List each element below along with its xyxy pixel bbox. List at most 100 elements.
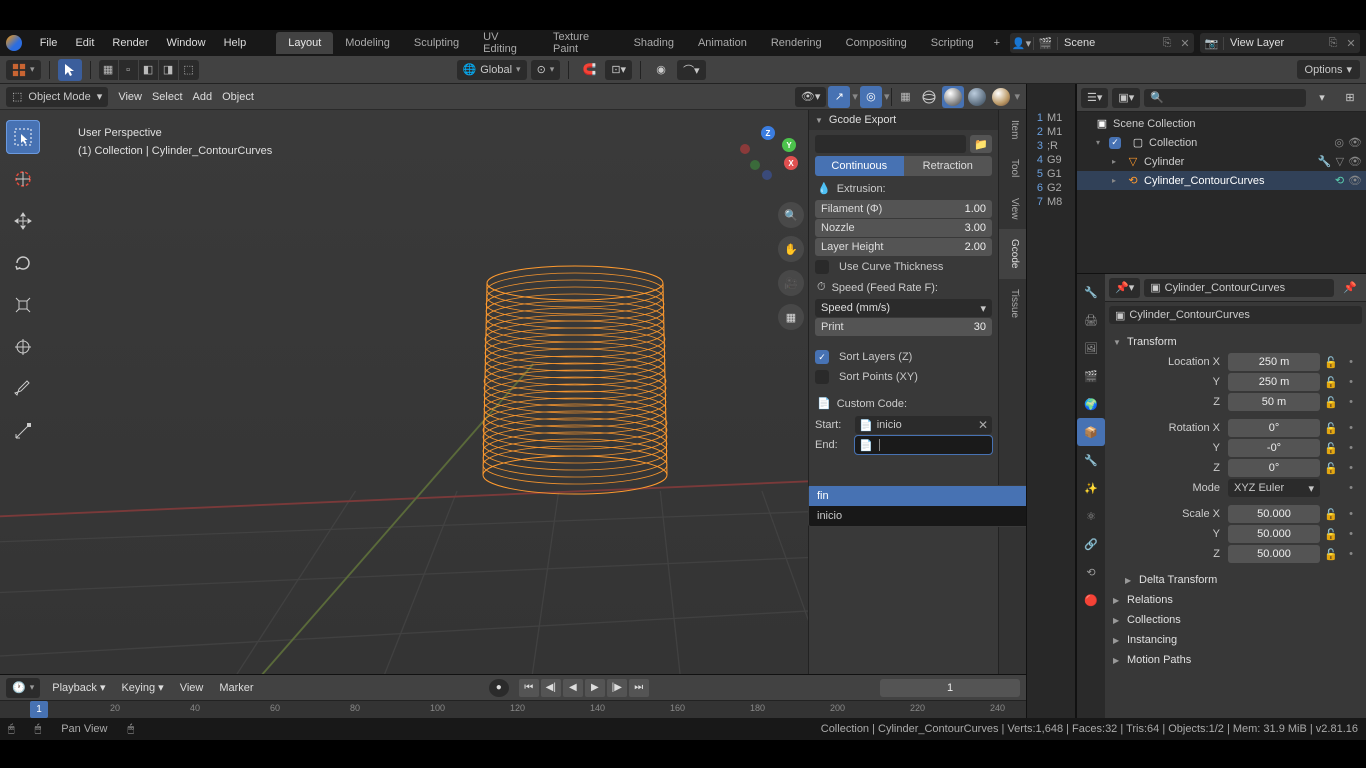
- ntab-gcode[interactable]: Gcode: [999, 229, 1026, 278]
- print-speed-field[interactable]: Print30: [815, 318, 992, 336]
- playback-menu[interactable]: Playback ▾: [48, 679, 109, 696]
- jump-end-button[interactable]: ⏭: [629, 679, 649, 697]
- end-code-selector[interactable]: 📄: [855, 436, 992, 454]
- file-path-input[interactable]: [815, 135, 966, 153]
- modifier-icon[interactable]: 🔧: [1318, 155, 1332, 168]
- proportional-falloff[interactable]: ⌒▾: [677, 60, 706, 80]
- folder-button[interactable]: 📁: [970, 135, 992, 153]
- collection-checkbox[interactable]: ✓: [1109, 137, 1121, 149]
- rotation-mode-selector[interactable]: XYZ Euler▾: [1228, 479, 1320, 497]
- cursor-tool-button[interactable]: [58, 59, 82, 81]
- scale-tool[interactable]: [6, 288, 40, 322]
- dropdown-option-fin[interactable]: finI: [809, 486, 1026, 506]
- start-code-selector[interactable]: 📄inicio✕: [855, 416, 992, 434]
- tab-compositing[interactable]: Compositing: [834, 32, 919, 54]
- exclude-icon[interactable]: ◎: [1334, 136, 1344, 149]
- mode-selector[interactable]: ⬚ Object Mode ▾: [6, 87, 108, 107]
- tab-animation[interactable]: Animation: [686, 32, 759, 54]
- speed-mode-selector[interactable]: Speed (mm/s)▾: [815, 299, 992, 317]
- ntab-tool[interactable]: Tool: [999, 149, 1026, 187]
- filament-field[interactable]: Filament (Φ)1.00: [815, 200, 992, 218]
- ptab-render[interactable]: 🔧: [1077, 278, 1105, 306]
- axis-neg2-icon[interactable]: [750, 160, 760, 170]
- axis-x-icon[interactable]: X: [784, 156, 798, 170]
- orientation-selector[interactable]: 🌐 Global ▾: [457, 60, 527, 80]
- axis-neg-icon[interactable]: [740, 144, 750, 154]
- outliner-mode-selector[interactable]: ☰▾: [1081, 88, 1108, 108]
- tab-rendering[interactable]: Rendering: [759, 32, 834, 54]
- cylinder-row[interactable]: ▸▽Cylinder🔧▽👁: [1077, 152, 1366, 171]
- select-subtract-button[interactable]: ▫: [119, 60, 139, 80]
- measure-tool[interactable]: [6, 414, 40, 448]
- gizmo-toggle[interactable]: ↗: [828, 86, 850, 108]
- material-shading[interactable]: [966, 86, 988, 108]
- add-menu[interactable]: Add: [193, 91, 213, 103]
- nav-gizmo[interactable]: Z Y X: [740, 126, 796, 182]
- pivot-selector[interactable]: ⊙▾: [531, 60, 561, 80]
- delta-transform-header[interactable]: ▶Delta Transform: [1105, 570, 1366, 590]
- ptab-physics[interactable]: ⚛: [1077, 502, 1105, 530]
- scene-collection-row[interactable]: ▣Scene Collection: [1077, 114, 1366, 133]
- timeline-ruler[interactable]: 1 20 40 60 80 100 120 140 160 180 200 22…: [0, 700, 1026, 718]
- scale-x-field[interactable]: 50.000: [1228, 505, 1320, 523]
- ptab-output[interactable]: 🖨: [1077, 306, 1105, 334]
- tab-texture[interactable]: Texture Paint: [541, 26, 622, 60]
- select-intersect-button[interactable]: ◨: [159, 60, 179, 80]
- ptab-data[interactable]: ⟲: [1077, 558, 1105, 586]
- pan-button[interactable]: ✋: [778, 236, 804, 262]
- ptab-viewlayer[interactable]: 🖼: [1077, 334, 1105, 362]
- prev-key-button[interactable]: ◀|: [541, 679, 561, 697]
- scene-selector[interactable]: 👤▾ 🎬 ⎘ ✕: [1010, 33, 1194, 53]
- object-menu[interactable]: Object: [222, 91, 254, 103]
- outliner-filter-button[interactable]: ▾: [1310, 87, 1334, 109]
- keying-menu[interactable]: Keying ▾: [117, 679, 167, 696]
- rotate-tool[interactable]: [6, 246, 40, 280]
- snap-target-selector[interactable]: ⊡▾: [605, 60, 632, 80]
- rot-y-field[interactable]: -0°: [1228, 439, 1320, 457]
- scale-z-field[interactable]: 50.000: [1228, 545, 1320, 563]
- perspective-button[interactable]: ▦: [778, 304, 804, 330]
- transform-panel-header[interactable]: ▼Transform: [1105, 332, 1366, 352]
- move-tool[interactable]: [6, 204, 40, 238]
- outliner-new-button[interactable]: ⊞: [1338, 87, 1362, 109]
- ntab-view[interactable]: View: [999, 188, 1026, 230]
- visibility-selector[interactable]: 👁▾: [795, 87, 827, 107]
- scene-new-button[interactable]: ⎘: [1158, 37, 1176, 50]
- select-box-tool[interactable]: [6, 120, 40, 154]
- marker-menu[interactable]: Marker: [215, 680, 257, 696]
- curves-row[interactable]: ▸⟲Cylinder_ContourCurves⟲👁: [1077, 171, 1366, 190]
- ptab-world[interactable]: 🌍: [1077, 390, 1105, 418]
- loc-y-field[interactable]: 250 m: [1228, 373, 1320, 391]
- axis-neg3-icon[interactable]: [762, 170, 772, 180]
- curve-data-icon[interactable]: ⟲: [1335, 174, 1344, 187]
- options-dropdown[interactable]: Options▾: [1297, 60, 1360, 79]
- collections-header[interactable]: ▶Collections: [1105, 610, 1366, 630]
- relations-header[interactable]: ▶Relations: [1105, 590, 1366, 610]
- outliner-search[interactable]: 🔍: [1144, 89, 1306, 107]
- scale-y-field[interactable]: 50.000: [1228, 525, 1320, 543]
- ptab-constraints[interactable]: 🔗: [1077, 530, 1105, 558]
- layerheight-field[interactable]: Layer Height2.00: [815, 238, 992, 256]
- viewlayer-delete-button[interactable]: ✕: [1342, 37, 1360, 50]
- editor-type-selector[interactable]: ▾: [6, 60, 41, 80]
- timeline-view-menu[interactable]: View: [176, 680, 208, 696]
- mesh-data-icon[interactable]: ▽: [1336, 155, 1344, 168]
- play-reverse-button[interactable]: ◀: [563, 679, 583, 697]
- rot-z-field[interactable]: 0°: [1228, 459, 1320, 477]
- menu-edit[interactable]: Edit: [67, 33, 102, 53]
- next-key-button[interactable]: |▶: [607, 679, 627, 697]
- 3d-viewport[interactable]: User Perspective (1) Collection | Cylind…: [0, 110, 1026, 674]
- annotate-tool[interactable]: [6, 372, 40, 406]
- jump-start-button[interactable]: ⏮: [519, 679, 539, 697]
- viewlayer-selector[interactable]: 📷 ⎘ ✕: [1200, 33, 1360, 53]
- rendered-shading[interactable]: [990, 86, 1012, 108]
- select-new-button[interactable]: ⬚: [179, 60, 199, 80]
- menu-help[interactable]: Help: [216, 33, 255, 53]
- scene-name-input[interactable]: [1058, 35, 1158, 51]
- pin-button[interactable]: 📌: [1338, 277, 1362, 299]
- playhead[interactable]: 1: [30, 701, 48, 718]
- cursor-tool[interactable]: [6, 162, 40, 196]
- breadcrumb-2[interactable]: ▣Cylinder_ContourCurves: [1109, 306, 1362, 324]
- ntab-item[interactable]: Item: [999, 110, 1026, 149]
- tab-scripting[interactable]: Scripting: [919, 32, 986, 54]
